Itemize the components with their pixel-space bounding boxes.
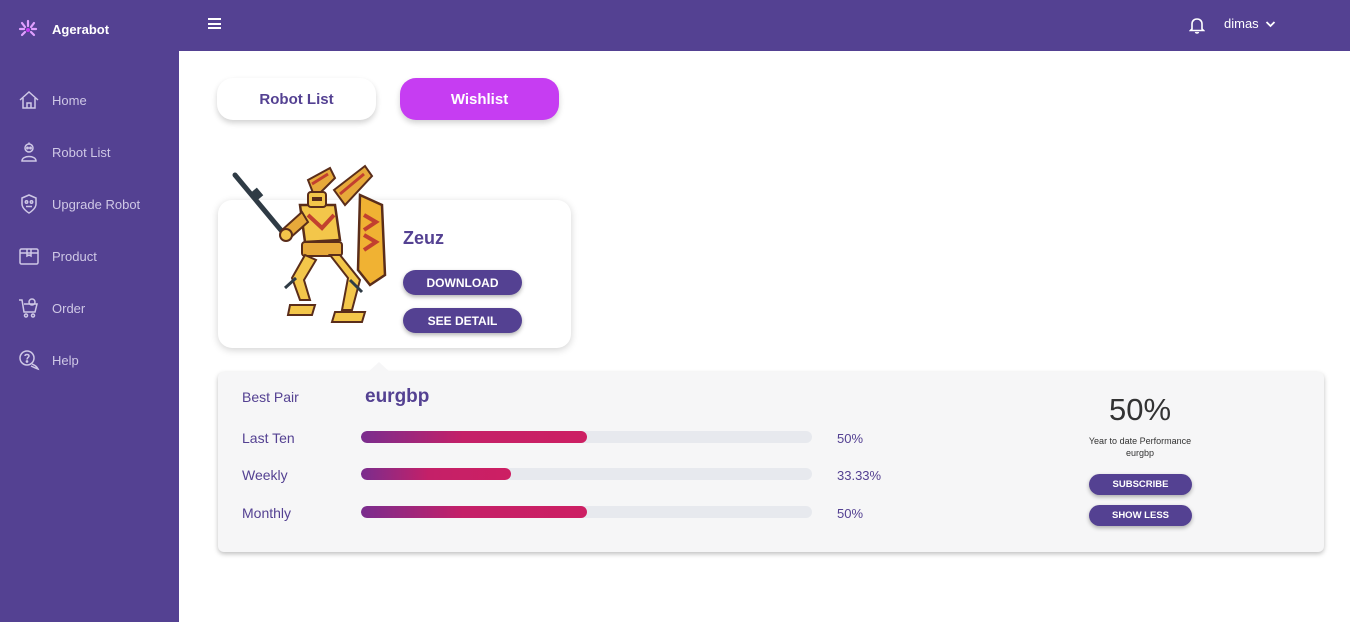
ytd-caption: Year to date Performance eurgbp	[1060, 435, 1220, 459]
top-bar: dimas	[179, 0, 1350, 51]
user-menu[interactable]: dimas	[1224, 16, 1276, 31]
row-label-weekly: Weekly	[242, 467, 288, 483]
progress-fill-monthly	[361, 506, 587, 518]
chevron-down-icon	[1265, 20, 1275, 27]
progress-fill-last-ten	[361, 431, 587, 443]
brand[interactable]: Agerabot	[17, 18, 109, 40]
sidebar-nav: Home Robot List Upgrade Robot Product Or…	[0, 74, 179, 386]
row-percent-last-ten: 50%	[837, 431, 864, 446]
sidebar-item-order[interactable]: Order	[0, 282, 179, 334]
sidebar-item-label: Help	[52, 352, 79, 368]
help-chat-icon	[19, 350, 40, 371]
sidebar-item-label: Robot List	[52, 144, 111, 160]
subscribe-button[interactable]: SUBSCRIBE	[1089, 474, 1192, 495]
ytd-caption-pair: eurgbp	[1125, 448, 1155, 458]
sidebar: Agerabot Home Robot List Upgrade Robot P…	[0, 0, 179, 622]
robot-name: Zeuz	[403, 228, 445, 248]
ytd-percent: 50%	[1108, 392, 1172, 427]
download-button[interactable]: DOWNLOAD	[403, 270, 522, 295]
tab-robot-list[interactable]: Robot List	[217, 78, 376, 120]
sidebar-item-label: Product	[52, 248, 97, 264]
upgrade-robot-icon	[21, 194, 37, 214]
row-label-last-ten: Last Ten	[242, 430, 295, 446]
row-percent-weekly: 33.33%	[837, 468, 882, 483]
robot-icon	[21, 142, 37, 162]
progress-track-last-ten	[361, 431, 812, 443]
sidebar-item-help[interactable]: Help	[0, 334, 179, 386]
progress-track-weekly	[361, 468, 812, 480]
ytd-caption-text: Year to date Performance	[1088, 436, 1192, 446]
row-label-monthly: Monthly	[242, 505, 292, 521]
best-pair-value: eurgbp	[365, 386, 430, 407]
sidebar-item-label: Order	[52, 300, 86, 316]
sidebar-item-robot-list[interactable]: Robot List	[0, 126, 179, 178]
product-box-icon	[19, 248, 39, 265]
sidebar-item-home[interactable]: Home	[0, 74, 179, 126]
menu-toggle-icon[interactable]	[208, 18, 221, 29]
see-detail-button[interactable]: SEE DETAIL	[403, 308, 522, 333]
progress-track-monthly	[361, 506, 812, 518]
sidebar-item-upgrade-robot[interactable]: Upgrade Robot	[0, 178, 179, 230]
panel-pointer	[367, 362, 391, 373]
tab-wishlist[interactable]: Wishlist	[400, 78, 559, 120]
sidebar-item-label: Home	[52, 92, 87, 108]
progress-fill-weekly	[361, 468, 512, 480]
brand-name: Agerabot	[52, 21, 110, 37]
robot-illustration	[232, 164, 387, 323]
agerabot-logo-icon	[18, 19, 38, 37]
show-less-button[interactable]: SHOW LESS	[1089, 505, 1192, 526]
user-name: dimas	[1224, 16, 1259, 31]
row-percent-monthly: 50%	[837, 506, 864, 521]
sidebar-item-label: Upgrade Robot	[52, 196, 141, 212]
best-pair-label: Best Pair	[242, 389, 299, 405]
home-icon	[19, 90, 39, 109]
sidebar-item-product[interactable]: Product	[0, 230, 179, 282]
cart-icon	[19, 298, 38, 318]
notification-bell-icon[interactable]	[1189, 17, 1205, 34]
